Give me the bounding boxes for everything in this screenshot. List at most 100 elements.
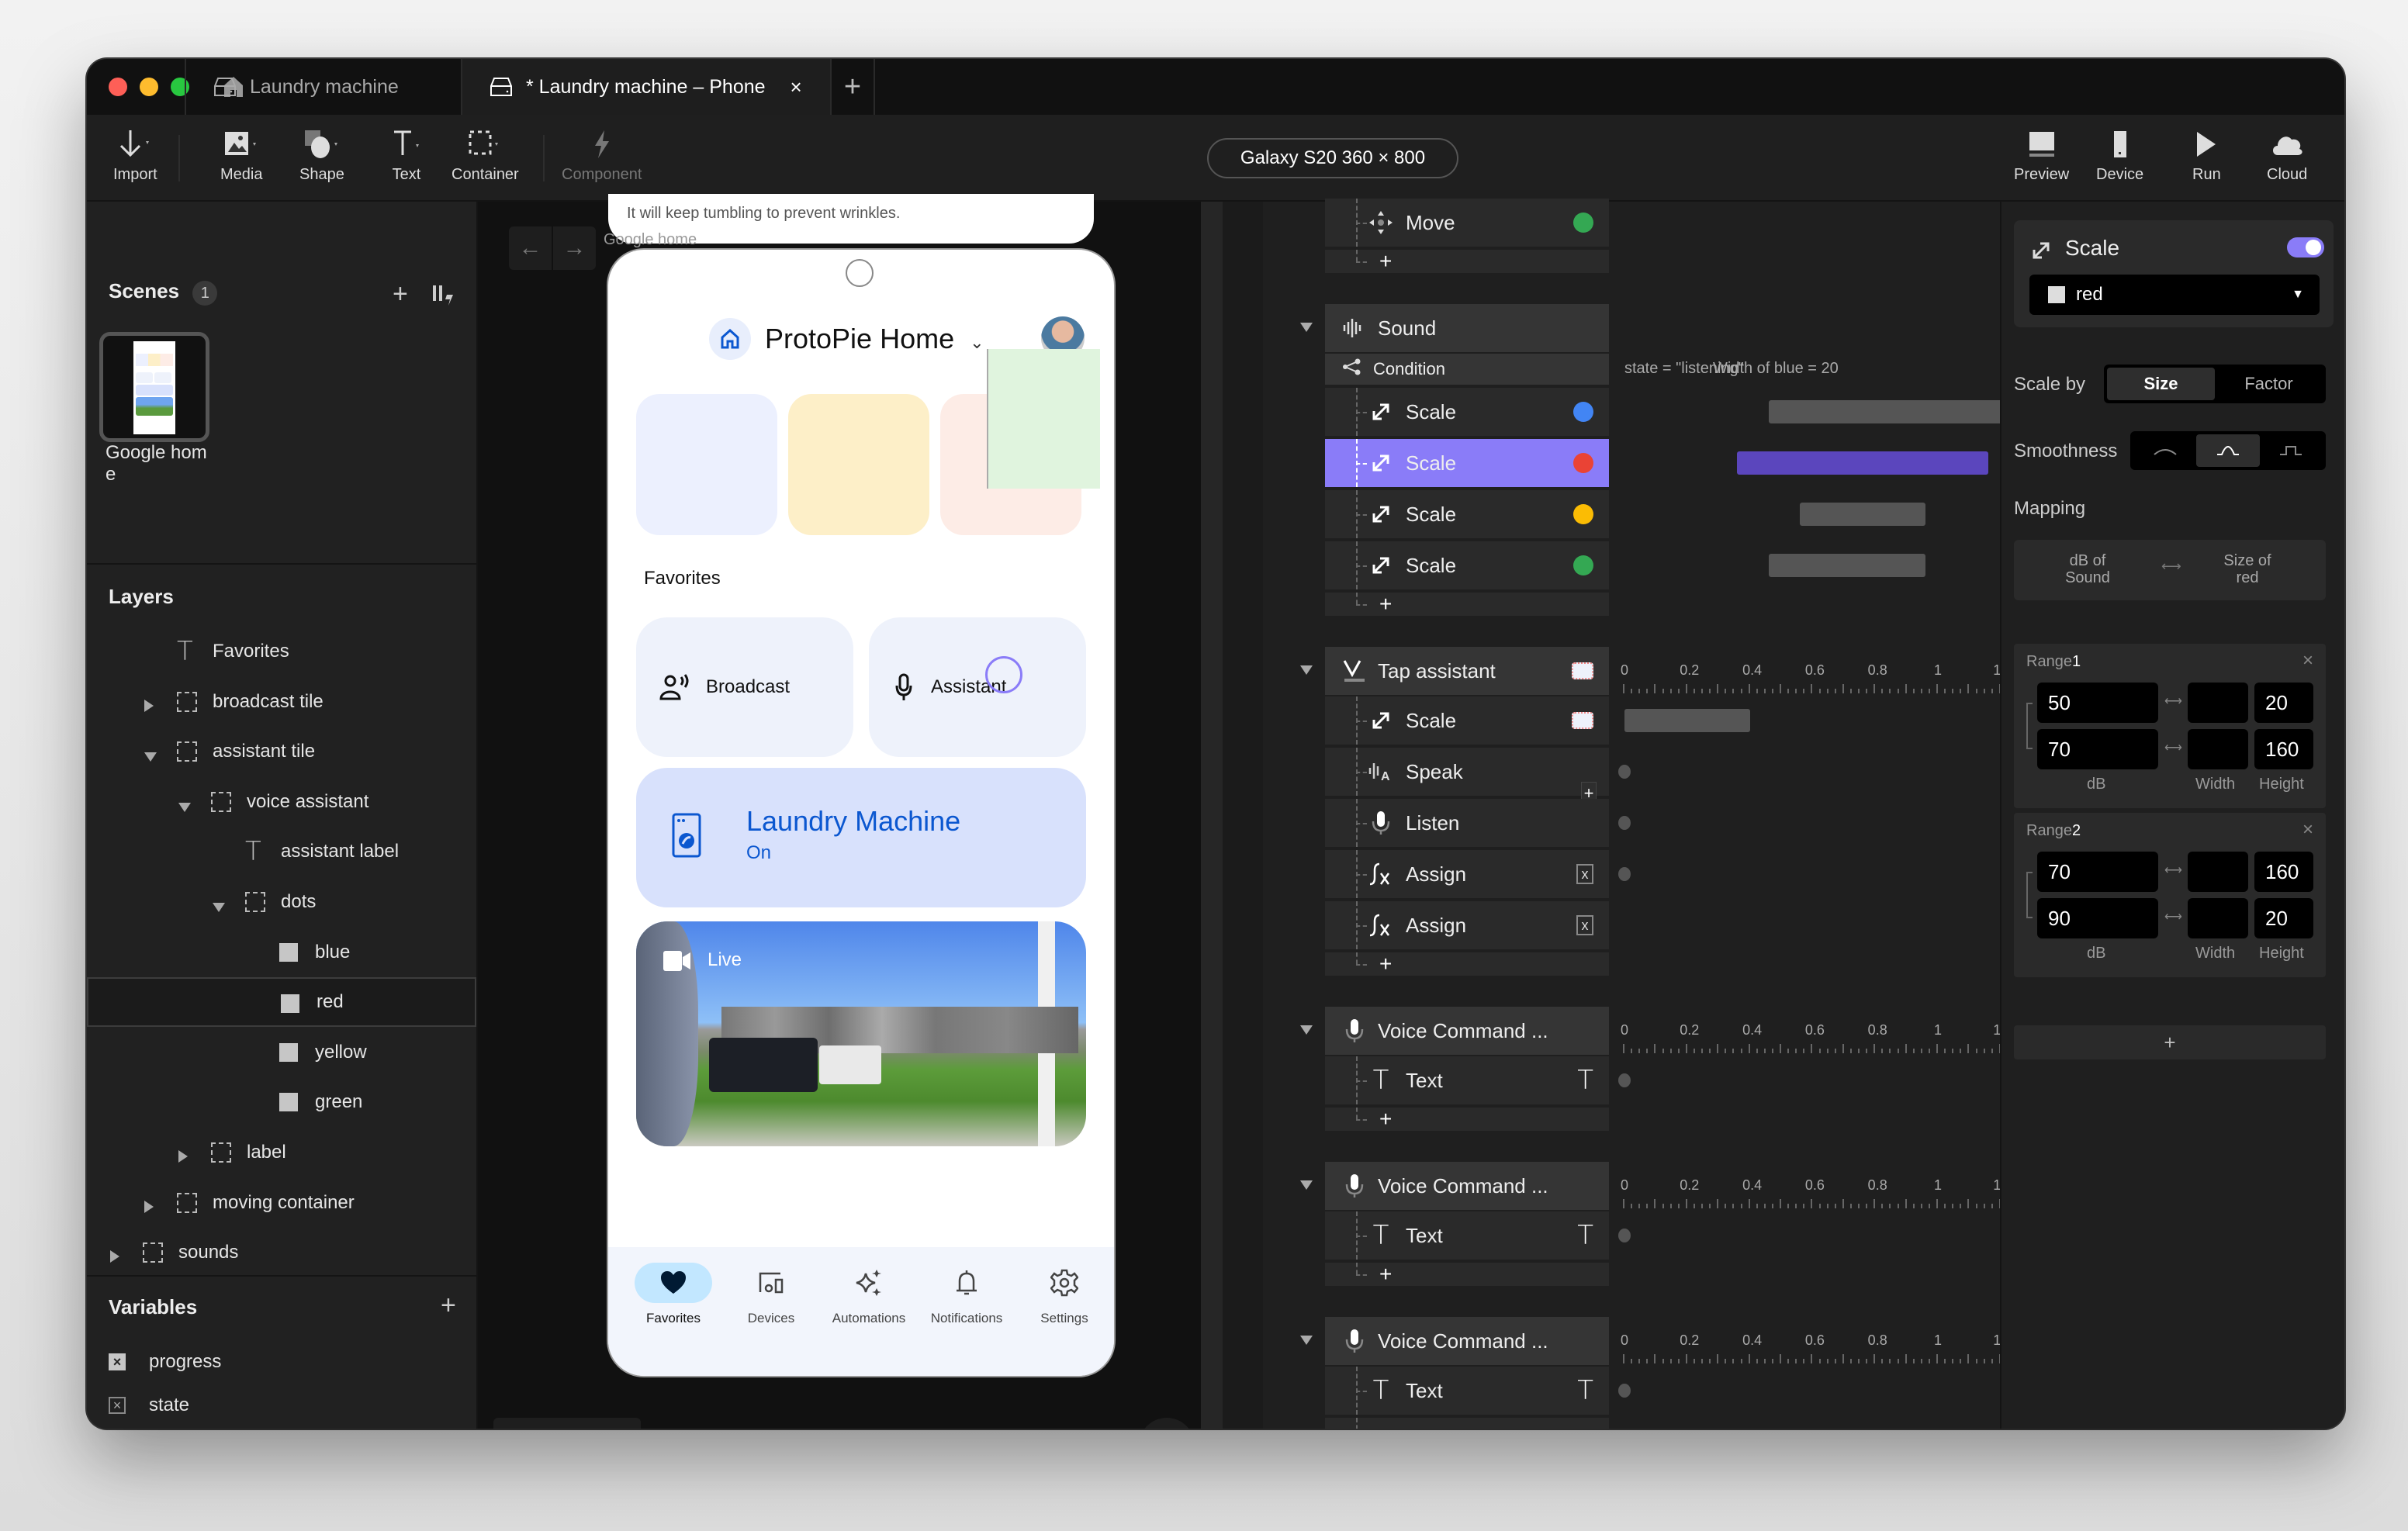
layer-item[interactable]: assistant tile	[87, 727, 476, 776]
component-button[interactable]: Component	[562, 126, 642, 184]
layer-item[interactable]: blue	[87, 928, 476, 977]
response-row[interactable]: Move	[1325, 199, 1609, 247]
home-title[interactable]: ProtoPie Home ⌄	[765, 323, 984, 355]
height-input[interactable]: 20	[2254, 898, 2313, 938]
device-button[interactable]: Device	[2096, 126, 2143, 184]
width-input[interactable]	[2188, 683, 2248, 723]
help-button[interactable]: ?	[1139, 1418, 1195, 1429]
expand-caret-icon[interactable]	[144, 1200, 154, 1213]
preview-button[interactable]: Preview	[2014, 126, 2069, 184]
scene-thumbnail[interactable]	[99, 332, 209, 442]
add-response-button[interactable]: +	[1325, 592, 1609, 616]
zoom-out-button[interactable]: −	[504, 1426, 518, 1429]
tab-laundry-machine-phone[interactable]: * Laundry machine – Phone ×	[461, 59, 830, 115]
scene-interactions-icon[interactable]	[431, 282, 456, 311]
response-row[interactable]: Scale	[1325, 541, 1609, 589]
variable-item[interactable]: × state	[87, 1381, 476, 1429]
media-button[interactable]: Media	[220, 126, 262, 184]
response-row[interactable]: T Text T	[1325, 1211, 1609, 1260]
layer-item[interactable]: sounds	[87, 1228, 476, 1277]
close-window-button[interactable]	[109, 78, 127, 96]
timeline-scrollbar[interactable]	[1201, 202, 1223, 1429]
run-button[interactable]: Run	[2192, 126, 2221, 184]
remove-range-button[interactable]: ×	[2302, 650, 2313, 672]
response-row[interactable]: T Text T	[1325, 1367, 1609, 1415]
shape-button[interactable]: Shape	[299, 126, 344, 184]
layer-item[interactable]: broadcast tile	[87, 677, 476, 727]
canvas[interactable]: ← → It will keep tumbling to prevent wri…	[478, 194, 1201, 1429]
response-row[interactable]: Listen	[1325, 1418, 1609, 1429]
scale-by-size[interactable]: Size	[2107, 368, 2215, 400]
import-button[interactable]: Import	[113, 126, 157, 184]
nav-item-favorites[interactable]: Favorites	[627, 1263, 720, 1348]
layer-item[interactable]: label	[87, 1128, 476, 1177]
collapse-caret-icon[interactable]	[1300, 1025, 1313, 1035]
response-row[interactable]: Scale	[1325, 388, 1609, 436]
smoothness-option-hard[interactable]	[2260, 434, 2323, 467]
db-input[interactable]: 90	[2037, 898, 2158, 938]
height-input[interactable]: 20	[2254, 683, 2313, 723]
layer-item[interactable]: red	[87, 977, 476, 1028]
db-input[interactable]: 70	[2037, 729, 2158, 769]
nav-item-notifications[interactable]: Notifications	[920, 1263, 1013, 1348]
response-row[interactable]: Assign x	[1325, 850, 1609, 898]
laundry-machine-card[interactable]: Laundry Machine On	[636, 768, 1086, 907]
minimize-window-button[interactable]	[140, 78, 158, 96]
nav-item-devices[interactable]: Devices	[725, 1263, 818, 1348]
height-input[interactable]: 160	[2254, 729, 2313, 769]
width-input[interactable]	[2188, 852, 2248, 892]
timeline-bar[interactable]	[1800, 503, 1925, 526]
layer-item[interactable]: T Favorites	[87, 627, 476, 676]
trigger-row[interactable]: Sound	[1325, 304, 1609, 352]
response-row[interactable]: Scale	[1325, 696, 1609, 745]
text-button[interactable]: Text	[391, 126, 422, 184]
timeline-bar[interactable]	[1624, 709, 1750, 732]
trigger-row[interactable]: Voice Command ...	[1325, 1162, 1609, 1210]
timeline-keyframe[interactable]	[1618, 1229, 1631, 1242]
response-row[interactable]: Assign x	[1325, 901, 1609, 949]
cloud-button[interactable]: Cloud	[2267, 126, 2307, 184]
add-variable-button[interactable]: +	[441, 1291, 456, 1321]
collapse-caret-icon[interactable]	[213, 903, 225, 912]
add-response-button[interactable]: +	[1325, 1262, 1609, 1286]
response-row[interactable]: Scale	[1325, 439, 1609, 487]
condition-expression-2[interactable]: Width of blue = 20	[1713, 360, 1839, 378]
close-tab-icon[interactable]: ×	[791, 75, 802, 99]
layer-item[interactable]: moving container	[87, 1178, 476, 1228]
expand-caret-icon[interactable]	[110, 1250, 119, 1263]
response-row[interactable]: Listen	[1325, 799, 1609, 847]
collapse-caret-icon[interactable]	[178, 802, 191, 812]
timeline-keyframe[interactable]	[1618, 816, 1631, 830]
smoothness-option-soft[interactable]	[2133, 434, 2196, 467]
collapse-caret-icon[interactable]	[1300, 323, 1313, 332]
new-tab-button[interactable]: +	[830, 59, 875, 115]
scale-by-factor[interactable]: Factor	[2215, 368, 2323, 400]
response-row[interactable]: A Speak	[1325, 748, 1609, 796]
add-range-button[interactable]: +	[2014, 1025, 2326, 1059]
response-row[interactable]: T Text T	[1325, 1056, 1609, 1104]
nav-item-settings[interactable]: Settings	[1018, 1263, 1111, 1348]
quick-chip[interactable]	[788, 394, 929, 535]
timeline-keyframe[interactable]	[1618, 765, 1631, 779]
expand-caret-icon[interactable]	[178, 1150, 188, 1163]
timeline-keyframe[interactable]	[1618, 867, 1631, 881]
response-toggle[interactable]	[2287, 237, 2324, 257]
height-input[interactable]: 160	[2254, 852, 2313, 892]
layer-item[interactable]: T assistant label	[87, 827, 476, 876]
add-response-button[interactable]: +	[1325, 249, 1609, 273]
remove-range-button[interactable]: ×	[2302, 819, 2313, 841]
timeline-bar[interactable]	[1737, 451, 1988, 475]
tab-laundry-machine[interactable]: Laundry machine	[185, 59, 461, 115]
smoothness-option-medium[interactable]	[2196, 434, 2260, 467]
trigger-row[interactable]: Tap assistant	[1325, 647, 1609, 695]
condition-row[interactable]: Condition	[1325, 354, 1609, 385]
layer-item[interactable]: dots	[87, 877, 476, 927]
quick-chip[interactable]	[636, 394, 777, 535]
forward-button[interactable]: →	[553, 226, 596, 270]
trigger-row[interactable]: Voice Command ...	[1325, 1317, 1609, 1365]
broadcast-tile[interactable]: Broadcast	[636, 617, 853, 757]
layer-item[interactable]: voice assistant	[87, 777, 476, 827]
expand-caret-icon[interactable]	[144, 699, 154, 712]
device-selector[interactable]: Galaxy S20 360 × 800	[1207, 138, 1458, 178]
zoom-in-button[interactable]: +	[616, 1426, 630, 1429]
